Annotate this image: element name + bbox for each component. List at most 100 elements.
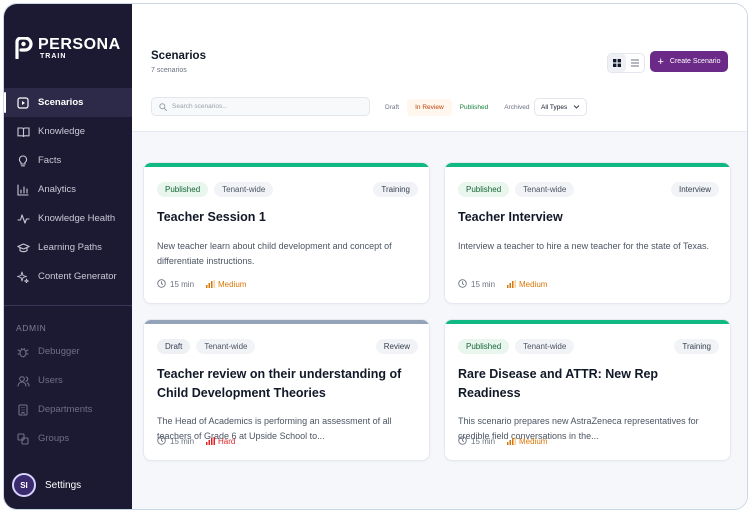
scenario-count: 7 scenarios [151, 67, 187, 74]
sidebar-item-groups[interactable]: Groups [4, 424, 132, 453]
type-badge: Training [674, 339, 719, 354]
search-box [151, 97, 370, 116]
brand-subname: TRAIN [40, 53, 67, 60]
type-select-value: All Types [541, 103, 568, 111]
search-icon [159, 98, 167, 116]
play-square-icon [16, 96, 30, 110]
sidebar-divider [4, 305, 132, 306]
status-badge: Published [157, 182, 209, 197]
card-status-bar [445, 163, 730, 167]
scope-badge: Tenant-wide [214, 182, 274, 197]
list-icon [631, 54, 639, 72]
create-scenario-label: Create Scenario [669, 58, 721, 65]
scope-badge: Tenant-wide [515, 182, 575, 197]
sidebar-item-label: Knowledge Health [38, 213, 116, 224]
settings-label: Settings [45, 479, 82, 491]
scenario-card[interactable]: Published Tenant-wide Training Teacher S… [143, 162, 430, 304]
duration: 15 min [471, 280, 496, 289]
sidebar-item-label: Debugger [38, 346, 80, 357]
status-badge: Published [458, 339, 510, 354]
users-icon [16, 374, 30, 388]
page-header: Scenarios 7 scenarios + Create Scenario [132, 4, 747, 132]
building-icon [16, 403, 30, 417]
difficulty: Medium [218, 280, 247, 289]
main-content: Scenarios 7 scenarios + Create Scenario [132, 4, 747, 509]
scope-badge: Tenant-wide [515, 339, 575, 354]
type-badge: Review [375, 339, 418, 354]
filter-archived[interactable]: Archived [496, 99, 537, 116]
bug-icon [16, 345, 30, 359]
sidebar-item-label: Groups [38, 433, 70, 444]
sidebar-item-facts[interactable]: Facts [4, 146, 132, 175]
card-title: Teacher Session 1 [157, 210, 266, 224]
card-description: Interview a teacher to hire a new teache… [458, 241, 709, 251]
sidebar-nav: Scenarios Knowledge Facts Analytics Know… [4, 88, 132, 453]
list-view-button[interactable] [626, 54, 644, 72]
filter-in-review[interactable]: In Review [407, 98, 452, 116]
plus-icon: + [657, 55, 664, 68]
clock-icon [458, 279, 471, 290]
duration: 15 min [471, 437, 496, 446]
card-status-bar [144, 163, 429, 167]
user-settings[interactable]: SI Settings [12, 473, 81, 497]
sidebar-item-debugger[interactable]: Debugger [4, 337, 132, 366]
card-title: Teacher review on their understanding of… [157, 367, 402, 400]
sidebar-item-scenarios[interactable]: Scenarios [4, 88, 132, 117]
scenario-card[interactable]: Draft Tenant-wide Review Teacher review … [143, 319, 430, 461]
type-badge: Interview [670, 182, 719, 197]
sidebar-item-knowledge-health[interactable]: Knowledge Health [4, 204, 132, 233]
avatar: SI [12, 473, 36, 497]
activity-icon [16, 212, 30, 226]
filter-published[interactable]: Published [452, 99, 497, 116]
sidebar-item-knowledge[interactable]: Knowledge [4, 117, 132, 146]
clock-icon [157, 279, 170, 290]
sidebar-item-label: Scenarios [38, 97, 84, 108]
sparkles-icon [16, 270, 30, 284]
sidebar-item-label: Learning Paths [38, 242, 102, 253]
sidebar-item-content-generator[interactable]: Content Generator [4, 262, 132, 291]
difficulty: Medium [519, 437, 548, 446]
sidebar: PERSONA TRAIN Scenarios Knowledge Facts … [4, 4, 132, 509]
difficulty-icon [206, 279, 218, 290]
create-scenario-button[interactable]: + Create Scenario [650, 51, 728, 72]
search-input[interactable] [172, 103, 362, 110]
app-window: PERSONA TRAIN Scenarios Knowledge Facts … [3, 3, 748, 510]
sidebar-item-label: Facts [38, 155, 62, 166]
grid-view-button[interactable] [608, 54, 626, 72]
sidebar-item-label: Analytics [38, 184, 77, 195]
sidebar-item-label: Content Generator [38, 271, 117, 282]
lightbulb-icon [16, 154, 30, 168]
scenario-card[interactable]: Published Tenant-wide Interview Teacher … [444, 162, 731, 304]
scope-badge: Tenant-wide [196, 339, 256, 354]
filter-draft[interactable]: Draft [377, 99, 407, 116]
sidebar-item-departments[interactable]: Departments [4, 395, 132, 424]
admin-section-label: ADMIN [16, 323, 47, 333]
sidebar-item-users[interactable]: Users [4, 366, 132, 395]
difficulty: Medium [519, 280, 548, 289]
book-icon [16, 125, 30, 139]
difficulty: Hard [218, 437, 236, 446]
scenario-card[interactable]: Published Tenant-wide Training Rare Dise… [444, 319, 731, 461]
page-title: Scenarios [151, 50, 206, 62]
grid-icon [613, 54, 621, 72]
sidebar-item-learning-paths[interactable]: Learning Paths [4, 233, 132, 262]
groups-icon [16, 432, 30, 446]
card-status-bar [445, 320, 730, 324]
brand-name: PERSONA [38, 36, 121, 53]
clock-icon [157, 436, 170, 447]
duration: 15 min [170, 437, 195, 446]
sidebar-item-label: Knowledge [38, 126, 86, 137]
type-select[interactable]: All Types [534, 98, 587, 116]
sidebar-item-analytics[interactable]: Analytics [4, 175, 132, 204]
card-description: New teacher learn about child developmen… [157, 241, 392, 266]
sidebar-item-label: Departments [38, 404, 93, 415]
type-badge: Training [373, 182, 418, 197]
difficulty-icon [206, 436, 218, 447]
card-title: Rare Disease and ATTR: New Rep Readiness [458, 367, 659, 400]
persona-logo-icon [14, 36, 34, 60]
status-badge: Published [458, 182, 510, 197]
graduation-cap-icon [16, 241, 30, 255]
status-filters: Draft In Review Published Archived [377, 98, 538, 116]
view-toggle [607, 53, 645, 73]
status-badge: Draft [157, 339, 191, 354]
